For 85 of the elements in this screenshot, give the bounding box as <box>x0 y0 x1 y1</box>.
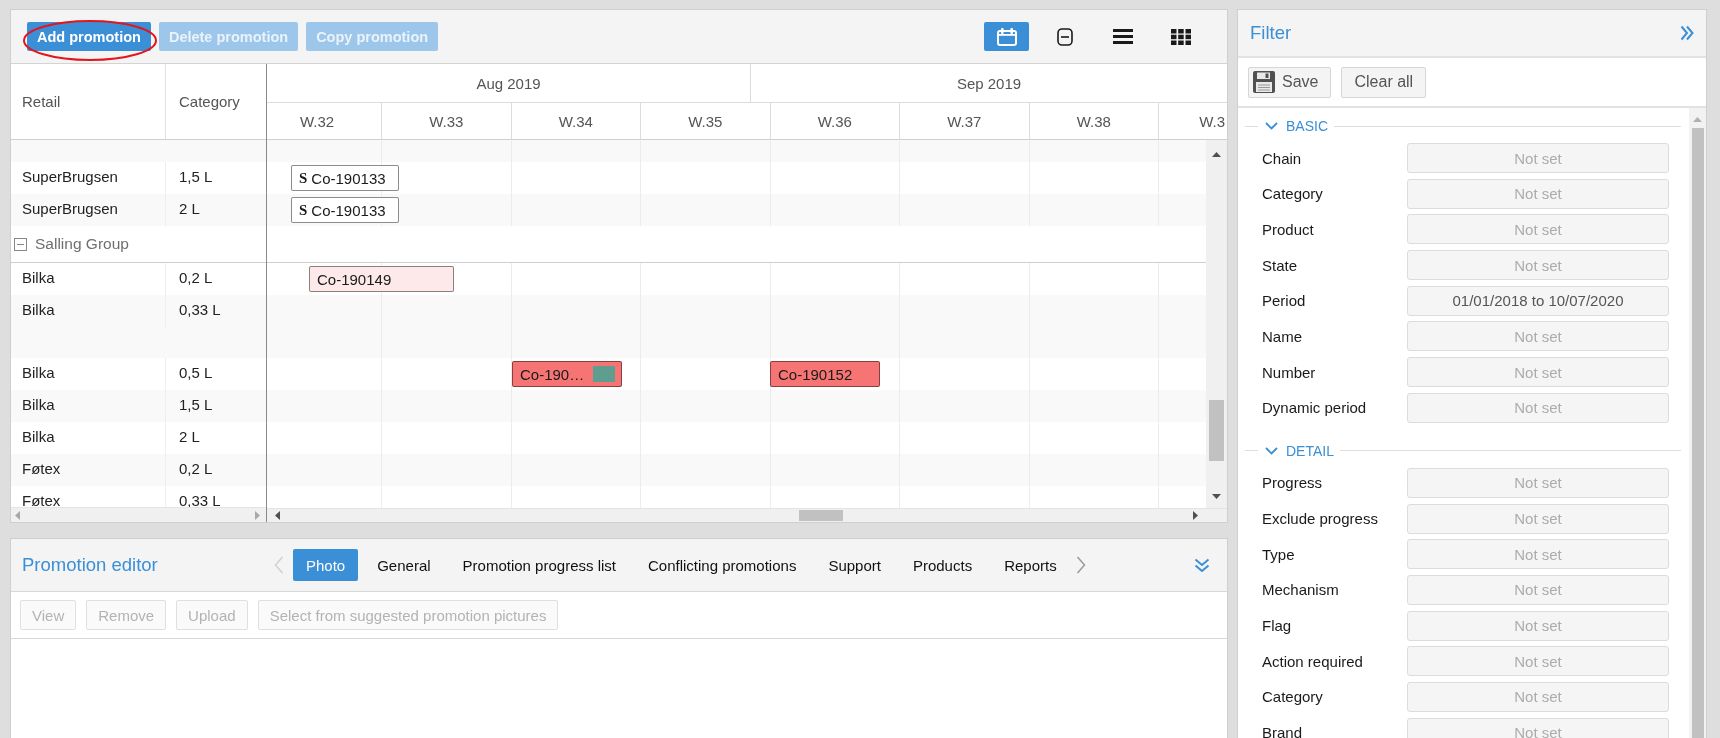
field-label: Brand <box>1262 724 1304 738</box>
scrollbar-corner <box>1206 508 1227 522</box>
table-cell-text: 1,5 L <box>178 395 214 415</box>
promotion-bar[interactable]: Co-190149 <box>309 266 454 292</box>
field-label: Name <box>1262 327 1303 345</box>
scrollbar[interactable] <box>1206 140 1227 508</box>
section-header[interactable]: DETAIL <box>1258 441 1340 460</box>
filter-field[interactable]: Not set <box>1407 503 1669 534</box>
promotion-bar[interactable]: Co-190152 <box>770 361 880 387</box>
filter-field[interactable]: Not set <box>1407 539 1669 570</box>
column-header: Retail <box>11 64 166 139</box>
month-header: Aug 2019 <box>267 64 751 102</box>
field-label: Chain <box>1262 149 1303 167</box>
field-label: Flag <box>1262 617 1293 635</box>
clear-button[interactable]: Clear all <box>1341 66 1427 98</box>
field-label: Mechanism <box>1262 581 1340 599</box>
tab[interactable]: Promotion progress list <box>449 549 629 581</box>
promotion-bar[interactable]: Co-190… <box>512 361 622 387</box>
table-cell-text: 0,2 L <box>178 459 214 479</box>
panel-title: Promotion editor <box>22 554 159 576</box>
scroll-right-icon[interactable] <box>1193 511 1198 520</box>
column-header: Category <box>178 92 241 112</box>
table-cell-text: 1,5 L <box>178 167 214 187</box>
scroll-down-icon[interactable] <box>1212 494 1221 499</box>
week-header: W.3 <box>1198 112 1226 132</box>
tab[interactable]: Products <box>899 549 986 581</box>
field-label: Category <box>1262 185 1324 203</box>
table-cell-text: 2 L <box>178 427 201 447</box>
table-cell-text: 0,2 L <box>178 268 214 288</box>
promotion-bar[interactable]: S Co-190133 <box>291 165 399 191</box>
filter-field[interactable]: Not set <box>1407 646 1669 677</box>
table-cell-text: 0,33 L <box>178 300 222 320</box>
month-header: Sep 2019 <box>955 73 1023 94</box>
scrollbar[interactable] <box>1689 108 1706 738</box>
filter-field[interactable]: Not set <box>1407 321 1669 352</box>
chevron-right-icon[interactable] <box>1075 556 1086 574</box>
calendar-icon <box>996 27 1017 46</box>
save-icon <box>1253 71 1275 93</box>
scroll-left-icon[interactable] <box>275 511 280 520</box>
field-label: Action required <box>1262 652 1364 670</box>
field-label: Type <box>1262 545 1296 563</box>
filter-field[interactable]: 01/01/2018 to 10/07/2020 <box>1407 285 1669 316</box>
filter-field[interactable]: Not set <box>1407 467 1669 498</box>
filter-field[interactable]: Not set <box>1407 574 1669 605</box>
promotion-bar[interactable]: S Co-190133 <box>291 197 399 223</box>
field-label: Progress <box>1262 474 1324 492</box>
scrollbar-thumb[interactable] <box>1209 400 1224 461</box>
table-cell-text: 2 L <box>178 199 201 219</box>
tab[interactable]: Conflicting promotions <box>635 549 810 581</box>
field-label: State <box>1262 256 1299 274</box>
minus-box-icon[interactable] <box>14 237 27 251</box>
filter-field[interactable]: Not set <box>1407 610 1669 641</box>
menu-icon <box>1112 29 1133 44</box>
filter-field[interactable]: Not set <box>1407 392 1669 423</box>
group-label: Salling Group <box>35 235 129 253</box>
tab[interactable]: General <box>364 549 444 581</box>
scrollbar-thumb[interactable] <box>799 510 843 521</box>
filter-field[interactable]: Not set <box>1407 681 1669 712</box>
view-toggle-button[interactable] <box>984 22 1029 51</box>
filter-field[interactable]: Not set <box>1407 357 1669 388</box>
field-label: Number <box>1262 363 1317 381</box>
filter-field[interactable]: Not set <box>1407 717 1669 738</box>
double-chevron-down-icon[interactable] <box>1194 558 1210 572</box>
filter-field[interactable]: Not set <box>1407 250 1669 281</box>
field-label: Product <box>1262 220 1315 238</box>
panel-title: Filter <box>1250 22 1292 44</box>
field-label: Category <box>1262 688 1324 706</box>
filter-field[interactable]: Not set <box>1407 214 1669 245</box>
scrollbar-thumb[interactable] <box>1691 128 1704 738</box>
field-label: Period <box>1262 292 1307 310</box>
double-chevron-right-icon[interactable] <box>1680 25 1694 41</box>
table-cell: Bilka <box>11 295 166 327</box>
filter-field[interactable]: Not set <box>1407 143 1669 173</box>
field-label: Exclude progress <box>1262 510 1379 527</box>
table-cell-text: 0,5 L <box>178 363 214 383</box>
scrollbar[interactable] <box>267 508 1206 522</box>
section-header[interactable]: BASIC <box>1258 117 1334 135</box>
scroll-up-icon[interactable] <box>1212 152 1221 157</box>
field-label: Dynamic period <box>1262 399 1368 417</box>
minus-box-icon <box>1056 27 1073 46</box>
tab[interactable]: Support <box>815 549 894 581</box>
filter-field[interactable]: Not set <box>1407 178 1669 209</box>
save-button[interactable]: Save <box>1248 66 1332 98</box>
grid-icon <box>1170 28 1191 45</box>
tab[interactable]: Reports <box>991 549 1070 581</box>
